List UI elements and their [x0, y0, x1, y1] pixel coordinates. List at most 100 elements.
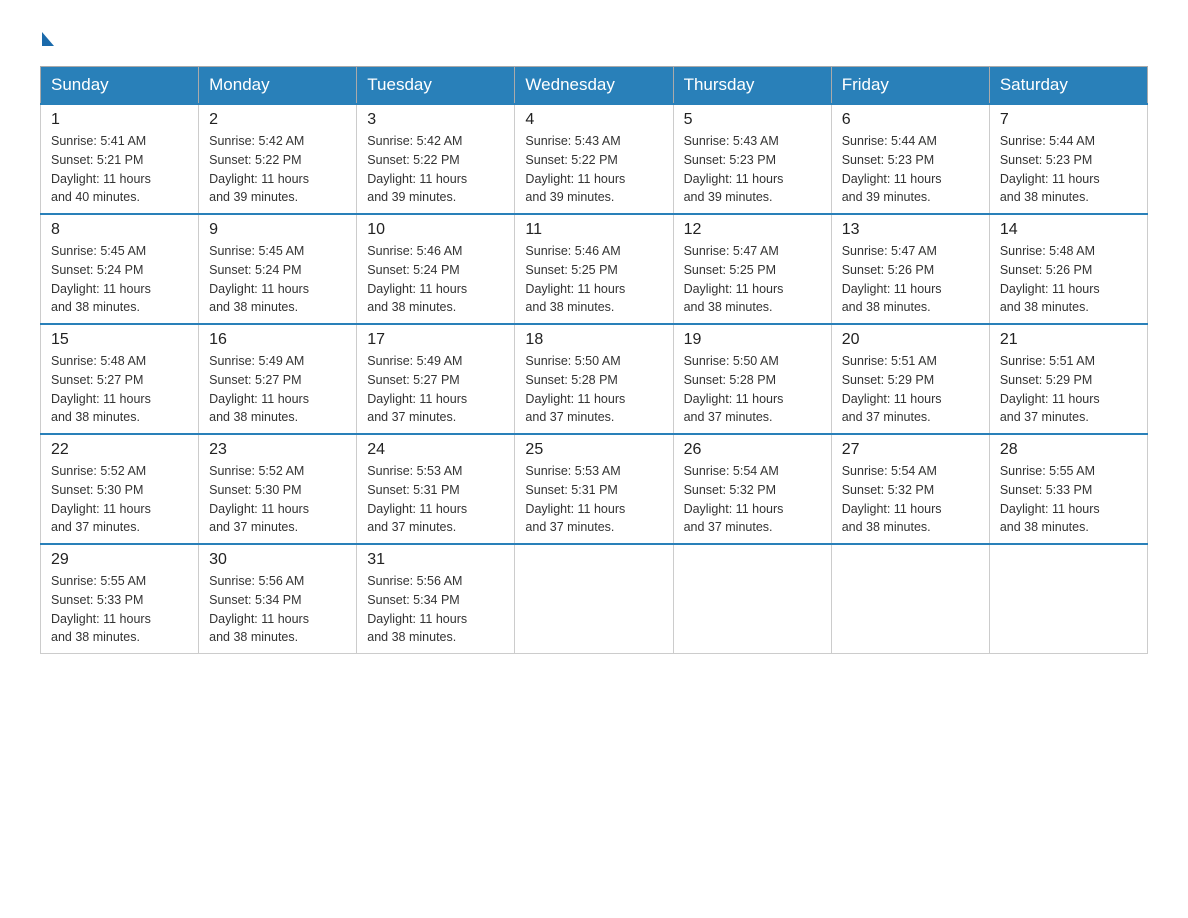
- day-info: Sunrise: 5:49 AM Sunset: 5:27 PM Dayligh…: [209, 352, 346, 427]
- day-number: 15: [51, 331, 188, 349]
- day-number: 18: [525, 331, 662, 349]
- calendar-cell: 7 Sunrise: 5:44 AM Sunset: 5:23 PM Dayli…: [989, 104, 1147, 214]
- day-number: 3: [367, 111, 504, 129]
- day-number: 11: [525, 221, 662, 239]
- calendar-cell: [515, 544, 673, 654]
- week-row-2: 8 Sunrise: 5:45 AM Sunset: 5:24 PM Dayli…: [41, 214, 1148, 324]
- weekday-header-tuesday: Tuesday: [357, 67, 515, 105]
- day-number: 31: [367, 551, 504, 569]
- day-number: 21: [1000, 331, 1137, 349]
- day-info: Sunrise: 5:41 AM Sunset: 5:21 PM Dayligh…: [51, 132, 188, 207]
- day-info: Sunrise: 5:53 AM Sunset: 5:31 PM Dayligh…: [367, 462, 504, 537]
- calendar-cell: [989, 544, 1147, 654]
- calendar-cell: 23 Sunrise: 5:52 AM Sunset: 5:30 PM Dayl…: [199, 434, 357, 544]
- day-info: Sunrise: 5:47 AM Sunset: 5:25 PM Dayligh…: [684, 242, 821, 317]
- day-info: Sunrise: 5:46 AM Sunset: 5:24 PM Dayligh…: [367, 242, 504, 317]
- calendar-table: SundayMondayTuesdayWednesdayThursdayFrid…: [40, 66, 1148, 654]
- day-info: Sunrise: 5:52 AM Sunset: 5:30 PM Dayligh…: [51, 462, 188, 537]
- week-row-1: 1 Sunrise: 5:41 AM Sunset: 5:21 PM Dayli…: [41, 104, 1148, 214]
- calendar-cell: 2 Sunrise: 5:42 AM Sunset: 5:22 PM Dayli…: [199, 104, 357, 214]
- calendar-cell: 12 Sunrise: 5:47 AM Sunset: 5:25 PM Dayl…: [673, 214, 831, 324]
- calendar-cell: 15 Sunrise: 5:48 AM Sunset: 5:27 PM Dayl…: [41, 324, 199, 434]
- day-info: Sunrise: 5:42 AM Sunset: 5:22 PM Dayligh…: [209, 132, 346, 207]
- day-number: 23: [209, 441, 346, 459]
- day-info: Sunrise: 5:55 AM Sunset: 5:33 PM Dayligh…: [51, 572, 188, 647]
- calendar-cell: 5 Sunrise: 5:43 AM Sunset: 5:23 PM Dayli…: [673, 104, 831, 214]
- calendar-cell: 22 Sunrise: 5:52 AM Sunset: 5:30 PM Dayl…: [41, 434, 199, 544]
- day-info: Sunrise: 5:51 AM Sunset: 5:29 PM Dayligh…: [842, 352, 979, 427]
- day-info: Sunrise: 5:50 AM Sunset: 5:28 PM Dayligh…: [525, 352, 662, 427]
- calendar-cell: [831, 544, 989, 654]
- weekday-header-sunday: Sunday: [41, 67, 199, 105]
- day-number: 5: [684, 111, 821, 129]
- day-number: 9: [209, 221, 346, 239]
- week-row-5: 29 Sunrise: 5:55 AM Sunset: 5:33 PM Dayl…: [41, 544, 1148, 654]
- weekday-header-friday: Friday: [831, 67, 989, 105]
- calendar-cell: 21 Sunrise: 5:51 AM Sunset: 5:29 PM Dayl…: [989, 324, 1147, 434]
- calendar-cell: 27 Sunrise: 5:54 AM Sunset: 5:32 PM Dayl…: [831, 434, 989, 544]
- calendar-cell: 18 Sunrise: 5:50 AM Sunset: 5:28 PM Dayl…: [515, 324, 673, 434]
- day-number: 22: [51, 441, 188, 459]
- day-number: 12: [684, 221, 821, 239]
- calendar-cell: 26 Sunrise: 5:54 AM Sunset: 5:32 PM Dayl…: [673, 434, 831, 544]
- calendar-cell: 14 Sunrise: 5:48 AM Sunset: 5:26 PM Dayl…: [989, 214, 1147, 324]
- calendar-cell: 25 Sunrise: 5:53 AM Sunset: 5:31 PM Dayl…: [515, 434, 673, 544]
- day-info: Sunrise: 5:49 AM Sunset: 5:27 PM Dayligh…: [367, 352, 504, 427]
- day-number: 20: [842, 331, 979, 349]
- calendar-cell: 13 Sunrise: 5:47 AM Sunset: 5:26 PM Dayl…: [831, 214, 989, 324]
- page-header: [40, 30, 1148, 46]
- logo-triangle-icon: [42, 32, 54, 46]
- calendar-cell: 1 Sunrise: 5:41 AM Sunset: 5:21 PM Dayli…: [41, 104, 199, 214]
- day-info: Sunrise: 5:56 AM Sunset: 5:34 PM Dayligh…: [209, 572, 346, 647]
- calendar-cell: 11 Sunrise: 5:46 AM Sunset: 5:25 PM Dayl…: [515, 214, 673, 324]
- day-info: Sunrise: 5:45 AM Sunset: 5:24 PM Dayligh…: [51, 242, 188, 317]
- day-number: 4: [525, 111, 662, 129]
- day-number: 25: [525, 441, 662, 459]
- day-info: Sunrise: 5:44 AM Sunset: 5:23 PM Dayligh…: [1000, 132, 1137, 207]
- calendar-cell: 17 Sunrise: 5:49 AM Sunset: 5:27 PM Dayl…: [357, 324, 515, 434]
- calendar-cell: 28 Sunrise: 5:55 AM Sunset: 5:33 PM Dayl…: [989, 434, 1147, 544]
- calendar-cell: 4 Sunrise: 5:43 AM Sunset: 5:22 PM Dayli…: [515, 104, 673, 214]
- day-number: 24: [367, 441, 504, 459]
- calendar-cell: 19 Sunrise: 5:50 AM Sunset: 5:28 PM Dayl…: [673, 324, 831, 434]
- day-number: 16: [209, 331, 346, 349]
- day-info: Sunrise: 5:51 AM Sunset: 5:29 PM Dayligh…: [1000, 352, 1137, 427]
- calendar-cell: 6 Sunrise: 5:44 AM Sunset: 5:23 PM Dayli…: [831, 104, 989, 214]
- day-number: 28: [1000, 441, 1137, 459]
- weekday-header-thursday: Thursday: [673, 67, 831, 105]
- weekday-header-row: SundayMondayTuesdayWednesdayThursdayFrid…: [41, 67, 1148, 105]
- day-number: 8: [51, 221, 188, 239]
- day-number: 19: [684, 331, 821, 349]
- logo-area: [40, 30, 54, 46]
- day-info: Sunrise: 5:50 AM Sunset: 5:28 PM Dayligh…: [684, 352, 821, 427]
- day-number: 13: [842, 221, 979, 239]
- calendar-cell: 9 Sunrise: 5:45 AM Sunset: 5:24 PM Dayli…: [199, 214, 357, 324]
- calendar-cell: 8 Sunrise: 5:45 AM Sunset: 5:24 PM Dayli…: [41, 214, 199, 324]
- day-number: 26: [684, 441, 821, 459]
- day-info: Sunrise: 5:48 AM Sunset: 5:27 PM Dayligh…: [51, 352, 188, 427]
- day-number: 1: [51, 111, 188, 129]
- day-info: Sunrise: 5:48 AM Sunset: 5:26 PM Dayligh…: [1000, 242, 1137, 317]
- weekday-header-wednesday: Wednesday: [515, 67, 673, 105]
- day-number: 2: [209, 111, 346, 129]
- day-number: 7: [1000, 111, 1137, 129]
- day-info: Sunrise: 5:43 AM Sunset: 5:23 PM Dayligh…: [684, 132, 821, 207]
- logo: [40, 30, 54, 46]
- day-number: 29: [51, 551, 188, 569]
- day-number: 14: [1000, 221, 1137, 239]
- calendar-cell: 16 Sunrise: 5:49 AM Sunset: 5:27 PM Dayl…: [199, 324, 357, 434]
- day-info: Sunrise: 5:46 AM Sunset: 5:25 PM Dayligh…: [525, 242, 662, 317]
- day-info: Sunrise: 5:54 AM Sunset: 5:32 PM Dayligh…: [684, 462, 821, 537]
- day-number: 30: [209, 551, 346, 569]
- weekday-header-saturday: Saturday: [989, 67, 1147, 105]
- calendar-cell: 29 Sunrise: 5:55 AM Sunset: 5:33 PM Dayl…: [41, 544, 199, 654]
- day-info: Sunrise: 5:43 AM Sunset: 5:22 PM Dayligh…: [525, 132, 662, 207]
- calendar-cell: 10 Sunrise: 5:46 AM Sunset: 5:24 PM Dayl…: [357, 214, 515, 324]
- day-info: Sunrise: 5:42 AM Sunset: 5:22 PM Dayligh…: [367, 132, 504, 207]
- calendar-cell: 20 Sunrise: 5:51 AM Sunset: 5:29 PM Dayl…: [831, 324, 989, 434]
- calendar-cell: 30 Sunrise: 5:56 AM Sunset: 5:34 PM Dayl…: [199, 544, 357, 654]
- day-number: 6: [842, 111, 979, 129]
- day-info: Sunrise: 5:53 AM Sunset: 5:31 PM Dayligh…: [525, 462, 662, 537]
- day-info: Sunrise: 5:52 AM Sunset: 5:30 PM Dayligh…: [209, 462, 346, 537]
- day-info: Sunrise: 5:44 AM Sunset: 5:23 PM Dayligh…: [842, 132, 979, 207]
